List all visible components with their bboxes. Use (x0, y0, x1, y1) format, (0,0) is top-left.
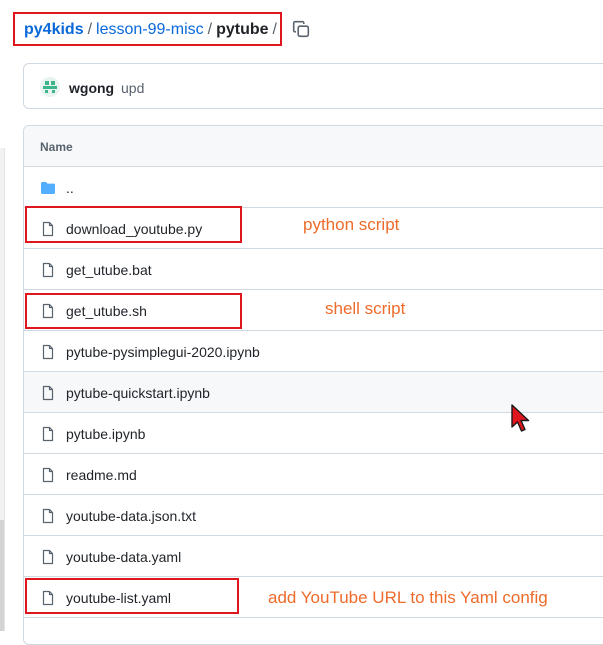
annotation-yaml-config: add YouTube URL to this Yaml config (268, 588, 548, 607)
commit-author[interactable]: wgong (69, 80, 114, 96)
parent-directory-label[interactable]: .. (66, 180, 74, 196)
file-name-link[interactable]: youtube-data.json.txt (66, 508, 196, 524)
latest-commit-bar: wgong upd (23, 63, 603, 109)
file-name-link[interactable]: pytube-quickstart.ipynb (66, 385, 210, 401)
table-row[interactable]: get_utube.bat (24, 249, 603, 290)
breadcrumb-folder-link[interactable]: lesson-99-misc (96, 21, 204, 38)
breadcrumb: py4kids / lesson-99-misc / pytube / (24, 20, 281, 40)
file-name-link[interactable]: youtube-data.yaml (66, 549, 181, 565)
file-name-link[interactable]: pytube-pysimplegui-2020.ipynb (66, 344, 260, 360)
highlight-box-python (25, 206, 242, 243)
breadcrumb-repo-link[interactable]: py4kids (24, 21, 84, 38)
breadcrumb-separator: / (272, 21, 277, 38)
copy-icon[interactable] (292, 20, 310, 38)
table-row[interactable]: youtube-data.yaml (24, 536, 603, 577)
commit-message[interactable]: upd (121, 80, 144, 96)
folder-icon (41, 182, 55, 194)
file-icon (42, 262, 54, 278)
annotation-shell-script: shell script (325, 299, 406, 318)
table-row[interactable]: youtube-data.json.txt (24, 495, 603, 536)
table-row[interactable]: pytube-pysimplegui-2020.ipynb (24, 331, 603, 372)
column-header-name: Name (40, 140, 73, 154)
left-edge-scrollbar[interactable] (0, 520, 4, 631)
table-header: Name (24, 126, 603, 167)
highlight-box-shell (25, 293, 242, 329)
file-icon (42, 508, 54, 524)
file-icon (42, 467, 54, 483)
breadcrumb-current: pytube (216, 21, 269, 38)
table-row[interactable]: readme.md (24, 454, 603, 495)
breadcrumb-separator: / (87, 21, 93, 38)
mouse-cursor-icon (511, 404, 530, 432)
file-icon (42, 344, 54, 360)
file-icon (42, 385, 54, 401)
file-table: Name .. download_youtube.py get_utube.ba… (23, 125, 603, 645)
highlight-box-yaml (25, 578, 239, 614)
avatar[interactable] (40, 77, 60, 97)
file-name-link[interactable]: pytube.ipynb (66, 426, 145, 442)
breadcrumb-separator: / (207, 21, 213, 38)
file-name-link[interactable]: readme.md (66, 467, 137, 483)
file-icon (42, 549, 54, 565)
file-icon (42, 426, 54, 442)
file-name-link[interactable]: get_utube.bat (66, 262, 152, 278)
annotation-python-script: python script (303, 215, 400, 234)
parent-directory-row[interactable]: .. (24, 167, 603, 208)
